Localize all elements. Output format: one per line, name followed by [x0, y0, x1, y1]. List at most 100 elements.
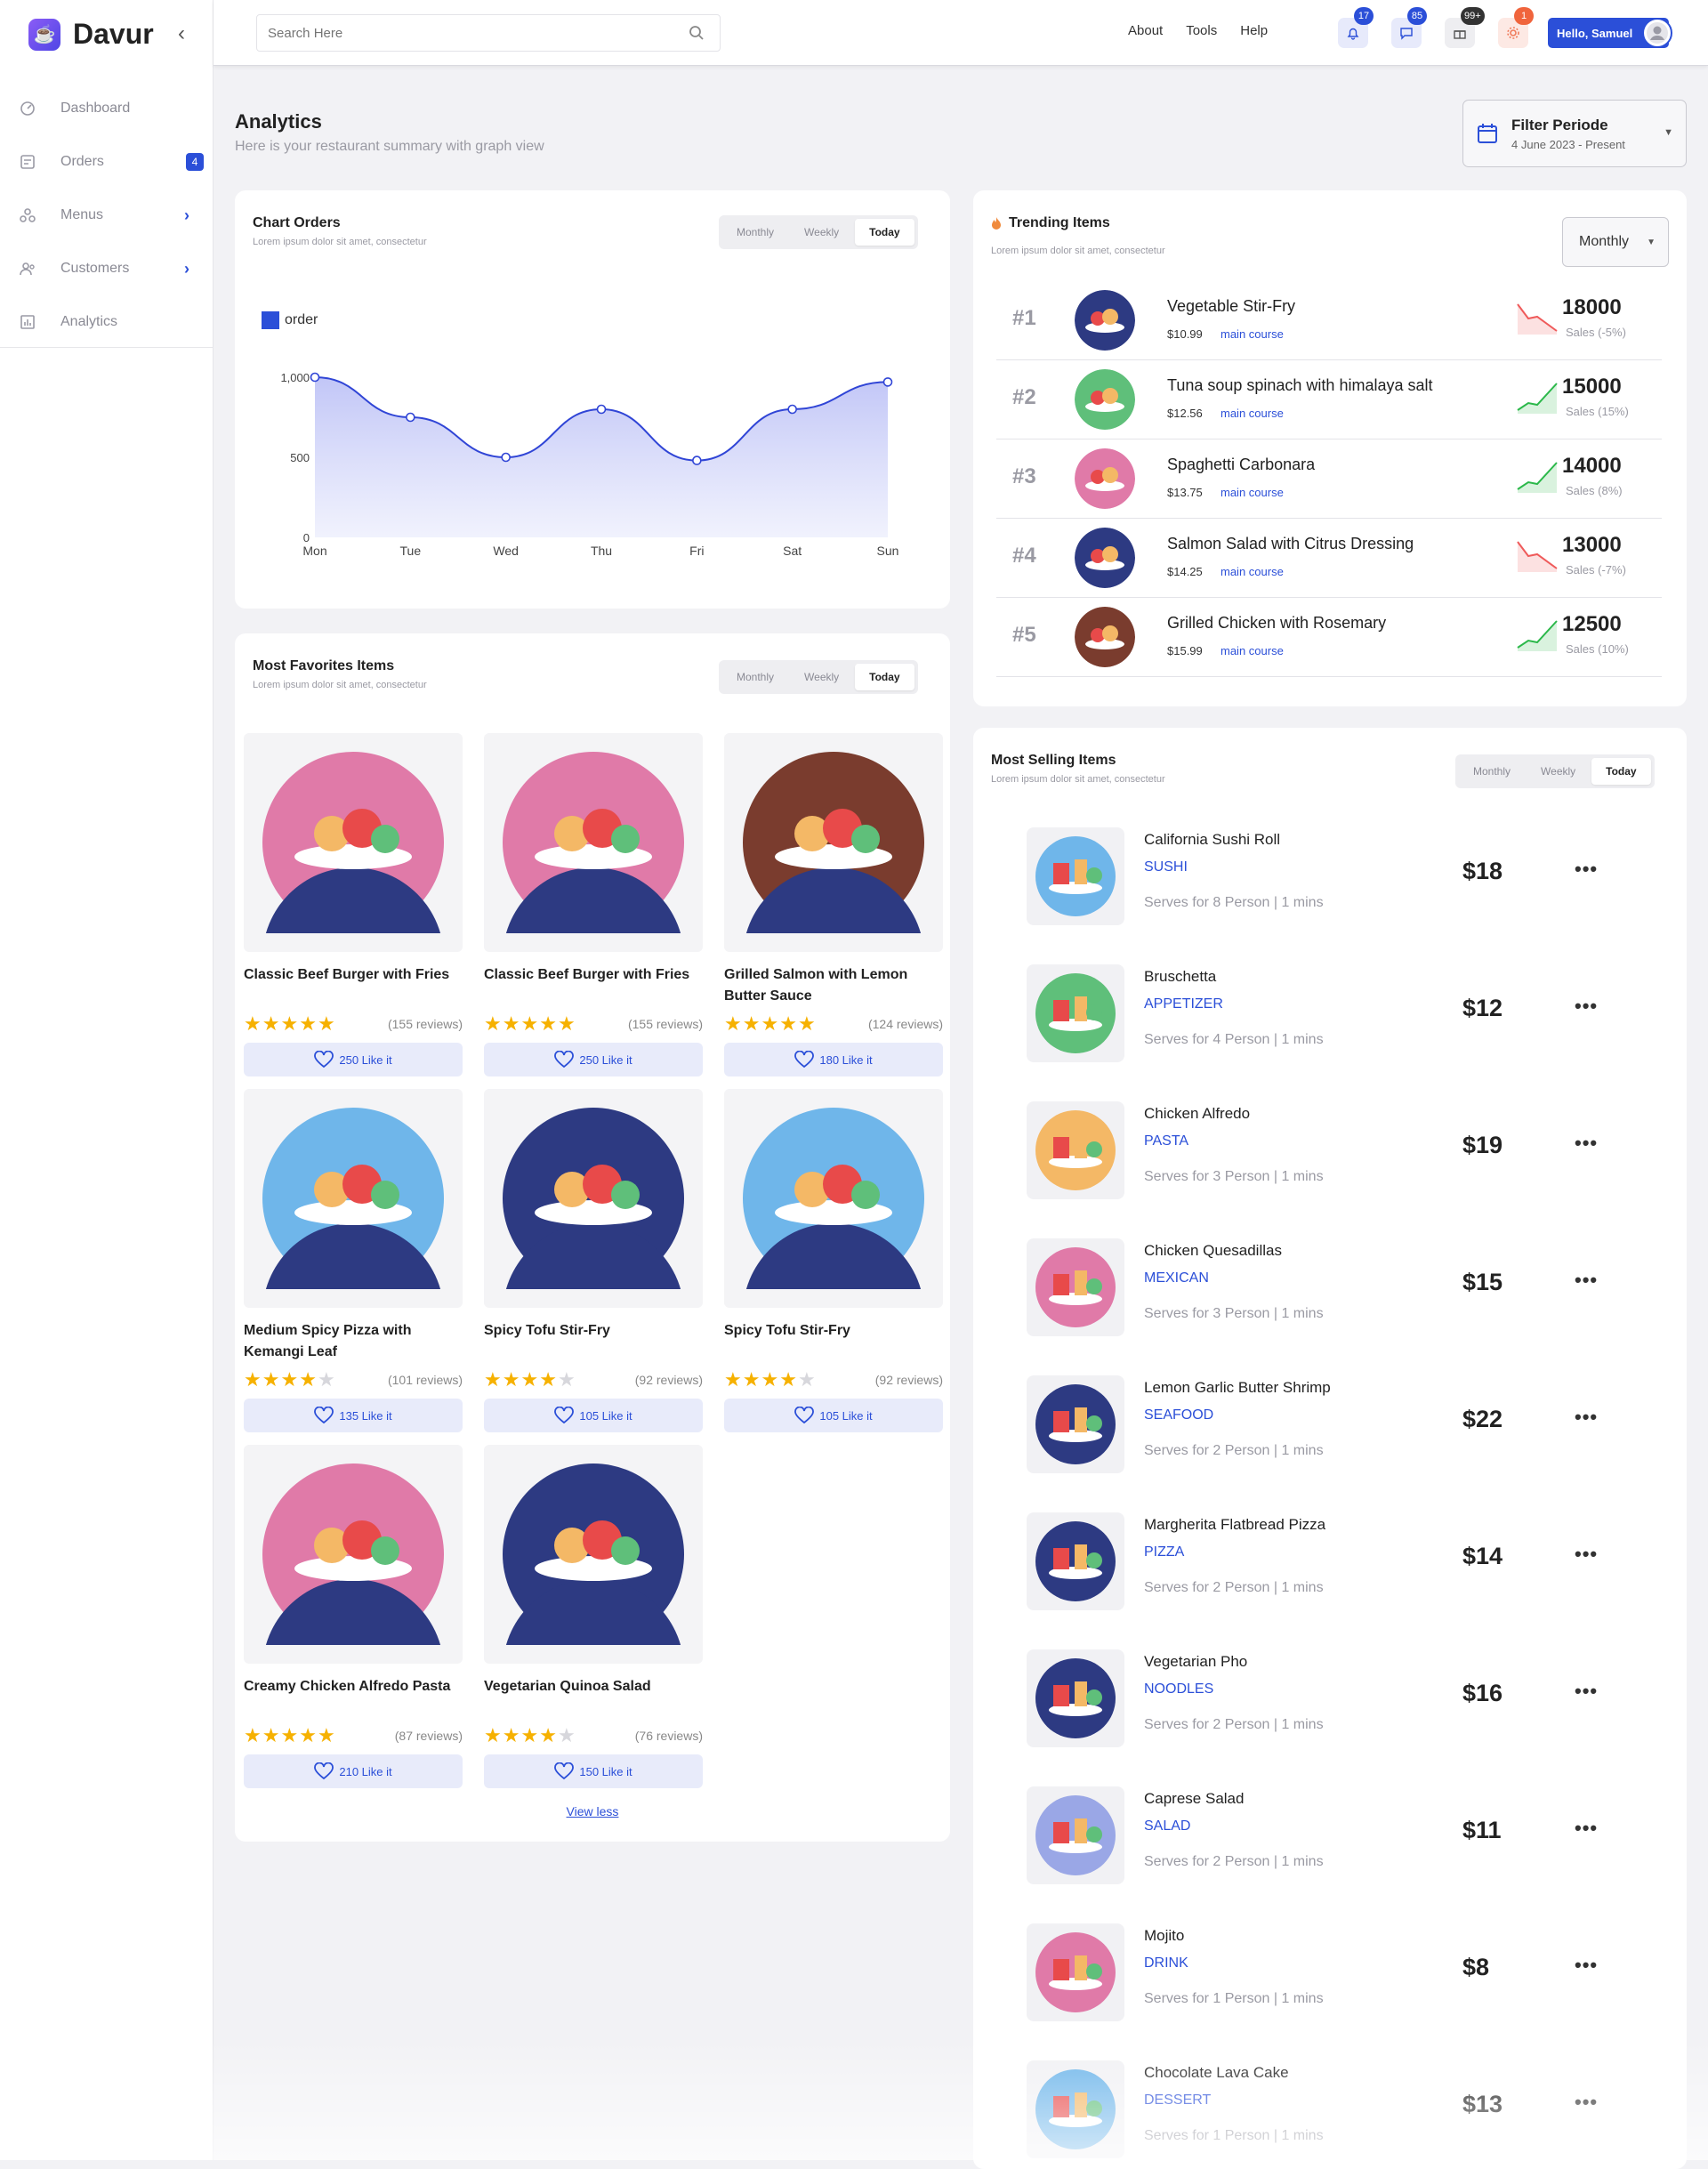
favorite-item[interactable]: Grilled Salmon with Lemon Butter Sauce ★★… [724, 733, 943, 1076]
selling-item[interactable]: Margherita Flatbread Pizza PIZZA Serves fo… [1027, 1512, 1667, 1619]
selling-item[interactable]: Chicken Alfredo PASTA Serves for 3 Person … [1027, 1101, 1667, 1208]
messages-button[interactable]: 85 [1391, 7, 1427, 48]
tab-monthly[interactable]: Monthly [1459, 758, 1525, 785]
tab-monthly[interactable]: Monthly [722, 219, 788, 246]
trending-row[interactable]: #5 Grilled Chicken with Rosemary $15.99 mai… [996, 598, 1662, 677]
like-count: 105 Like it [579, 1408, 632, 1423]
gift-button[interactable]: 99+ [1445, 7, 1485, 48]
filter-range: 4 June 2023 - Present [1511, 137, 1625, 151]
nav-about-link[interactable]: About [1128, 23, 1163, 38]
collapse-sidebar-icon[interactable]: ‹ [178, 21, 185, 46]
like-button[interactable]: 250 Like it [244, 1043, 463, 1076]
tab-today[interactable]: Today [1591, 758, 1651, 785]
more-options-icon[interactable]: ••• [1575, 1680, 1598, 1703]
sidebar-item-dashboard[interactable]: Dashboard [0, 82, 213, 135]
chart-data-point [596, 404, 607, 415]
notification-count-badge: 17 [1354, 7, 1374, 25]
selling-item[interactable]: Lemon Garlic Butter Shrimp SEAFOOD Serves … [1027, 1375, 1667, 1482]
selling-item-price: $19 [1462, 1132, 1503, 1158]
like-button[interactable]: 250 Like it [484, 1043, 703, 1076]
search-icon[interactable] [688, 24, 705, 42]
selling-item[interactable]: Chicken Quesadillas MEXICAN Serves for 3 P… [1027, 1238, 1667, 1345]
selling-item[interactable]: Mojito DRINK Serves for 1 Person | 1 mins $… [1027, 1923, 1667, 2030]
more-options-icon[interactable]: ••• [1575, 858, 1598, 881]
favorite-item[interactable]: Spicy Tofu Stir-Fry ★★★★★ (92 reviews) 105 … [724, 1089, 943, 1432]
trending-item-price: $12.56 [1167, 407, 1203, 420]
more-options-icon[interactable]: ••• [1575, 1543, 1598, 1566]
trending-rank: #3 [1012, 464, 1036, 488]
trending-row[interactable]: #2 Tuna soup spinach with himalaya salt $1… [996, 360, 1662, 439]
scroll-fade [0, 2039, 1708, 2160]
like-button[interactable]: 150 Like it [484, 1754, 703, 1788]
more-options-icon[interactable]: ••• [1575, 1954, 1598, 1977]
chevron-right-icon: › [184, 206, 189, 224]
trending-period-select[interactable]: Monthly ▼ [1562, 217, 1669, 267]
selling-item[interactable]: Caprese Salad SALAD Serves for 2 Person | … [1027, 1786, 1667, 1893]
selling-item[interactable]: Bruschetta APPETIZER Serves for 4 Person |… [1027, 964, 1667, 1071]
trending-row[interactable]: #4 Salmon Salad with Citrus Dressing $14.2… [996, 519, 1662, 598]
tab-weekly[interactable]: Weekly [790, 664, 853, 690]
nav-tools-link[interactable]: Tools [1186, 23, 1217, 38]
more-options-icon[interactable]: ••• [1575, 1269, 1598, 1292]
trending-row[interactable]: #1 Vegetable Stir-Fry $10.99 main course 180… [996, 281, 1662, 360]
gear-icon [1507, 27, 1519, 39]
favorite-item[interactable]: Spicy Tofu Stir-Fry ★★★★★ (92 reviews) 105 … [484, 1089, 703, 1432]
selling-item-serves: Serves for 2 Person | 1 mins [1144, 1580, 1324, 1595]
customers-icon [18, 259, 37, 278]
favorite-item[interactable]: Classic Beef Burger with Fries ★★★★★ (155 … [484, 733, 703, 1076]
search-input[interactable] [268, 25, 677, 41]
more-options-icon[interactable]: ••• [1575, 1406, 1598, 1429]
food-image [244, 733, 463, 952]
tab-today[interactable]: Today [855, 664, 914, 690]
more-options-icon[interactable]: ••• [1575, 1817, 1598, 1840]
favorite-item[interactable]: Creamy Chicken Alfredo Pasta ★★★★★ (87 rev… [244, 1445, 463, 1788]
tab-weekly[interactable]: Weekly [790, 219, 853, 246]
like-button[interactable]: 180 Like it [724, 1043, 943, 1076]
filter-period-dropdown[interactable]: Filter Periode 4 June 2023 - Present ▼ [1462, 100, 1687, 167]
star-icon: ★ [539, 1368, 558, 1391]
app-name: Davur [73, 18, 154, 50]
like-count: 135 Like it [339, 1408, 392, 1423]
food-thumbnail-icon [1035, 1795, 1116, 1875]
like-button[interactable]: 105 Like it [484, 1399, 703, 1432]
star-icon: ★ [244, 1012, 262, 1035]
settings-button[interactable]: 1 [1498, 7, 1534, 48]
favorite-item[interactable]: Classic Beef Burger with Fries ★★★★★ (155 … [244, 733, 463, 1076]
user-menu[interactable]: Hello, Samuel [1548, 18, 1672, 48]
selling-item-serves: Serves for 8 Person | 1 mins [1144, 895, 1324, 910]
favorites-title: Most Favorites Items [253, 658, 395, 673]
sidebar-item-customers[interactable]: Customers › [0, 242, 213, 295]
like-button[interactable]: 210 Like it [244, 1754, 463, 1788]
selling-item-name: Vegetarian Pho [1144, 1653, 1248, 1670]
rating-row: ★★★★★ (87 reviews) [244, 1724, 463, 1747]
trending-item-category: main course [1221, 565, 1284, 578]
favorite-item[interactable]: Medium Spicy Pizza with Kemangi Leaf ★★★★… [244, 1089, 463, 1432]
favorite-item[interactable]: Vegetarian Quinoa Salad ★★★★★ (76 reviews)… [484, 1445, 703, 1788]
selling-item[interactable]: California Sushi Roll SUSHI Serves for 8 P… [1027, 827, 1667, 934]
food-thumbnail-icon [1075, 528, 1135, 588]
tab-today[interactable]: Today [855, 219, 914, 246]
star-icon: ★ [280, 1368, 300, 1391]
like-button[interactable]: 105 Like it [724, 1399, 943, 1432]
star-icon: ★ [539, 1012, 558, 1035]
review-count: (124 reviews) [867, 1017, 943, 1031]
sidebar-item-orders[interactable]: Orders 4 [0, 135, 213, 189]
sidebar-item-menus[interactable]: Menus › [0, 189, 213, 242]
sidebar-item-analytics[interactable]: Analytics [0, 295, 213, 349]
notification-button[interactable]: 17 [1338, 7, 1374, 48]
food-image [244, 1089, 463, 1308]
view-less-link[interactable]: View less [235, 1804, 950, 1818]
tab-monthly[interactable]: Monthly [722, 664, 788, 690]
more-options-icon[interactable]: ••• [1575, 995, 1598, 1018]
gift-count-badge: 99+ [1461, 7, 1485, 25]
app-logo[interactable]: ☕ Davur [28, 18, 154, 51]
nav-help-link[interactable]: Help [1240, 23, 1268, 38]
trending-row[interactable]: #3 Spaghetti Carbonara $13.75 main course 14… [996, 439, 1662, 519]
selling-item-name: Margherita Flatbread Pizza [1144, 1516, 1326, 1533]
food-thumbnail-icon [1035, 1247, 1116, 1327]
more-options-icon[interactable]: ••• [1575, 1132, 1598, 1155]
like-button[interactable]: 135 Like it [244, 1399, 463, 1432]
selling-item[interactable]: Vegetarian Pho NOODLES Serves for 2 Person… [1027, 1649, 1667, 1756]
avatar[interactable] [1642, 18, 1672, 48]
tab-weekly[interactable]: Weekly [1527, 758, 1590, 785]
